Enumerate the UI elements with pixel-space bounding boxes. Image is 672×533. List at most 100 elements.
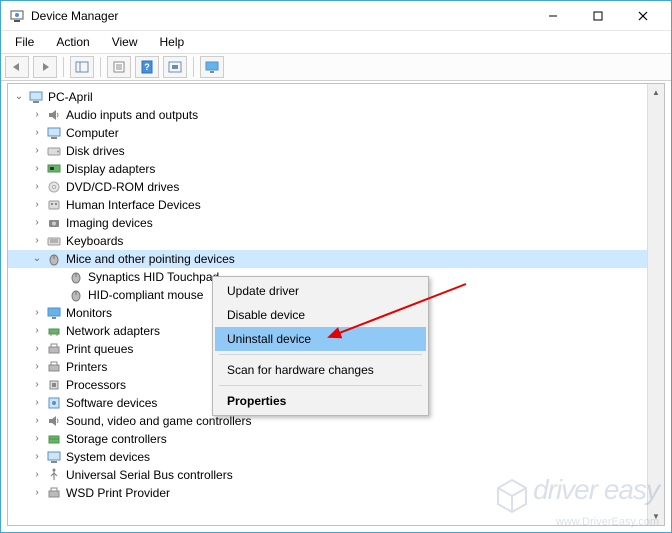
chevron-right-icon[interactable]: › [30,198,44,212]
tree-node-hid[interactable]: › Human Interface Devices [8,196,664,214]
tree-node-computer[interactable]: › Computer [8,124,664,142]
usb-icon [46,467,62,483]
node-label: DVD/CD-ROM drives [66,178,179,196]
menu-view[interactable]: View [102,33,148,51]
computer-icon [28,89,44,105]
chevron-right-icon[interactable]: › [30,450,44,464]
chevron-right-icon[interactable]: › [30,144,44,158]
display-adapter-icon [46,161,62,177]
node-label: Computer [66,124,119,142]
printer-icon [46,359,62,375]
menu-file[interactable]: File [5,33,44,51]
chevron-right-icon[interactable]: › [30,486,44,500]
toolbar-separator [100,57,101,77]
monitor-icon [46,305,62,321]
node-label: Universal Serial Bus controllers [66,466,233,484]
printer-icon [46,485,62,501]
chevron-right-icon[interactable]: › [30,216,44,230]
tree-node-mice[interactable]: ⌄ Mice and other pointing devices [8,250,664,268]
chevron-right-icon[interactable]: › [30,378,44,392]
window-title: Device Manager [31,9,530,23]
cm-disable-device[interactable]: Disable device [215,303,426,327]
chevron-right-icon[interactable]: › [30,126,44,140]
chevron-right-icon[interactable]: › [30,414,44,428]
node-label: Display adapters [66,160,155,178]
close-button[interactable] [620,2,665,30]
storage-icon [46,431,62,447]
chevron-down-icon[interactable]: ⌄ [30,252,44,266]
show-hide-tree-button[interactable] [70,56,94,78]
node-label: Keyboards [66,232,123,250]
node-label: HID-compliant mouse [88,286,203,304]
menu-separator [219,354,422,355]
vertical-scrollbar[interactable]: ▲ ▼ [647,84,664,525]
chevron-right-icon[interactable]: › [30,234,44,248]
speaker-icon [46,107,62,123]
chevron-right-icon[interactable]: › [30,468,44,482]
cm-scan-hardware[interactable]: Scan for hardware changes [215,358,426,382]
chevron-right-icon[interactable]: › [30,306,44,320]
disc-icon [46,179,62,195]
camera-icon [46,215,62,231]
tree-node-keyboards[interactable]: › Keyboards [8,232,664,250]
tree-node-usb[interactable]: › Universal Serial Bus controllers [8,466,664,484]
monitor-button[interactable] [200,56,224,78]
tree-node-audio[interactable]: › Audio inputs and outputs [8,106,664,124]
hid-icon [46,197,62,213]
chevron-right-icon[interactable]: › [30,324,44,338]
tree-node-wsd[interactable]: › WSD Print Provider [8,484,664,502]
tree-node-display[interactable]: › Display adapters [8,160,664,178]
chevron-down-icon[interactable]: ⌄ [12,90,26,104]
chevron-right-icon[interactable]: › [30,360,44,374]
printer-icon [46,341,62,357]
menu-help[interactable]: Help [150,33,195,51]
disk-icon [46,143,62,159]
system-icon [46,449,62,465]
chevron-right-icon[interactable]: › [30,396,44,410]
toolbar: ? [1,53,671,81]
node-label: Storage controllers [66,430,167,448]
node-label: Software devices [66,394,157,412]
computer-icon [46,125,62,141]
node-label: Synaptics HID Touchpad [88,268,219,286]
tree-node-disk[interactable]: › Disk drives [8,142,664,160]
chevron-right-icon[interactable]: › [30,432,44,446]
scan-hardware-button[interactable] [163,56,187,78]
mouse-icon [46,251,62,267]
menubar: File Action View Help [1,31,671,53]
software-icon [46,395,62,411]
scroll-down-button[interactable]: ▼ [648,508,664,525]
node-label: Audio inputs and outputs [66,106,198,124]
tree-node-dvd[interactable]: › DVD/CD-ROM drives [8,178,664,196]
tree-node-system[interactable]: › System devices [8,448,664,466]
node-label: Network adapters [66,322,160,340]
node-label: Imaging devices [66,214,153,232]
maximize-button[interactable] [575,2,620,30]
node-label: Disk drives [66,142,125,160]
minimize-button[interactable] [530,2,575,30]
properties-button[interactable] [107,56,131,78]
cm-properties[interactable]: Properties [215,389,426,413]
titlebar: Device Manager [1,1,671,31]
node-label: System devices [66,448,150,466]
back-button[interactable] [5,56,29,78]
cm-uninstall-device[interactable]: Uninstall device [215,327,426,351]
menu-action[interactable]: Action [46,33,99,51]
chevron-right-icon[interactable]: › [30,180,44,194]
tree-node-storage[interactable]: › Storage controllers [8,430,664,448]
tree-node-imaging[interactable]: › Imaging devices [8,214,664,232]
forward-button[interactable] [33,56,57,78]
keyboard-icon [46,233,62,249]
chevron-right-icon[interactable]: › [30,162,44,176]
toolbar-separator [63,57,64,77]
cm-update-driver[interactable]: Update driver [215,279,426,303]
network-icon [46,323,62,339]
chevron-right-icon[interactable]: › [30,108,44,122]
window-controls [530,2,665,30]
cpu-icon [46,377,62,393]
node-label: Monitors [66,304,112,322]
chevron-right-icon[interactable]: › [30,342,44,356]
scroll-up-button[interactable]: ▲ [648,84,664,101]
help-button[interactable]: ? [135,56,159,78]
tree-root[interactable]: ⌄ PC-April [8,88,664,106]
